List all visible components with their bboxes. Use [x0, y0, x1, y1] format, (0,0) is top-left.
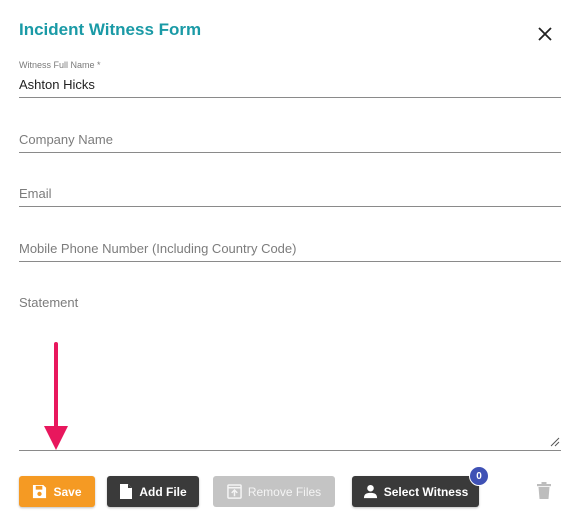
- select-witness-button[interactable]: Select Witness: [352, 476, 479, 507]
- add-file-button[interactable]: Add File: [107, 476, 199, 507]
- mobile-phone-underline: [19, 261, 561, 262]
- save-button-label: Save: [53, 484, 82, 499]
- witness-name-underline: [19, 97, 561, 98]
- witness-name-label: Witness Full Name *: [19, 60, 101, 70]
- witness-count-badge: 0: [469, 466, 489, 486]
- select-witness-button-label: Select Witness: [383, 484, 469, 499]
- save-button[interactable]: Save: [19, 476, 95, 507]
- arrow-down-icon: [44, 342, 68, 450]
- email-underline: [19, 206, 561, 207]
- upload-box-icon: [227, 484, 242, 499]
- remove-files-button-label: Remove Files: [247, 484, 322, 499]
- delete-button[interactable]: [537, 482, 555, 502]
- company-name-field[interactable]: Company Name: [19, 128, 561, 153]
- statement-underline: [19, 450, 561, 451]
- witness-name-value[interactable]: Ashton Hicks: [19, 77, 95, 92]
- statement-placeholder: Statement: [19, 295, 79, 310]
- company-name-underline: [19, 152, 561, 153]
- resize-handle-icon[interactable]: [550, 437, 560, 447]
- trash-icon: [537, 482, 551, 499]
- file-icon: [120, 484, 133, 499]
- email-placeholder: Email: [19, 186, 52, 201]
- remove-files-button[interactable]: Remove Files: [213, 476, 335, 507]
- add-file-button-label: Add File: [139, 484, 187, 499]
- witness-name-field[interactable]: Witness Full Name * Ashton Hicks: [19, 58, 561, 98]
- dialog-title: Incident Witness Form: [19, 20, 202, 39]
- company-name-placeholder: Company Name: [19, 132, 113, 147]
- person-icon: [363, 484, 377, 499]
- statement-textarea[interactable]: Statement: [19, 291, 561, 451]
- mobile-phone-field[interactable]: Mobile Phone Number (Including Country C…: [19, 237, 561, 262]
- close-button[interactable]: [534, 23, 556, 45]
- close-icon: [538, 27, 552, 41]
- floppy-disk-icon: [33, 484, 47, 499]
- mobile-phone-placeholder: Mobile Phone Number (Including Country C…: [19, 241, 297, 256]
- email-field[interactable]: Email: [19, 182, 561, 207]
